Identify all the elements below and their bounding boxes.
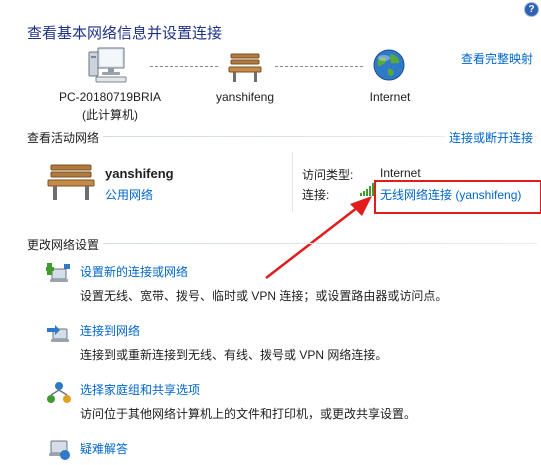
connect-disconnect-link[interactable]: 连接或断开连接 (444, 129, 533, 146)
annotation-arrow-icon (262, 192, 380, 282)
troubleshoot-icon (46, 438, 72, 462)
network-bench-icon[interactable] (228, 50, 262, 84)
network-label: yanshifeng (215, 90, 275, 104)
active-network-name: yanshifeng (105, 166, 174, 181)
new-connection-icon (45, 261, 72, 285)
homegroup-sharing-icon (46, 380, 72, 406)
connect-to-network-link[interactable]: 连接到网络 (80, 322, 140, 339)
computer-label: PC-20180719BRIA (此计算机) (30, 90, 190, 123)
troubleshoot-link[interactable]: 疑难解答 (80, 440, 128, 457)
setup-new-connection-link[interactable]: 设置新的连接或网络 (80, 263, 188, 280)
active-network-bench-icon (46, 162, 96, 202)
computer-icon (88, 46, 132, 84)
page-title: 查看基本网络信息并设置连接 (27, 25, 223, 42)
map-connector-2 (275, 66, 363, 67)
access-type-label: 访问类型: (302, 168, 354, 182)
computer-name: PC-20180719BRIA (58, 90, 162, 104)
internet-globe-icon[interactable] (372, 48, 406, 82)
network-type-link[interactable]: 公用网络 (105, 186, 153, 203)
computer-subtitle: (此计算机) (82, 108, 138, 122)
map-connector-1 (150, 66, 218, 67)
connect-to-network-desc: 连接到或重新连接到无线、有线、拨号或 VPN 网络连接。 (80, 348, 388, 362)
annotation-highlight-box (374, 180, 541, 214)
setup-new-connection-desc: 设置无线、宽带、拨号、临时或 VPN 连接；或设置路由器或访问点。 (80, 289, 448, 303)
full-map-link[interactable]: 查看完整映射 (461, 50, 533, 67)
homegroup-sharing-desc: 访问位于其他网络计算机上的文件和打印机，或更改共享设置。 (80, 407, 417, 421)
change-settings-title: 更改网络设置 (27, 236, 104, 253)
internet-label: Internet (369, 90, 411, 104)
homegroup-sharing-link[interactable]: 选择家庭组和共享选项 (80, 381, 200, 398)
access-type-value: Internet (380, 166, 421, 180)
help-icon[interactable]: ? (525, 3, 538, 16)
active-networks-title: 查看活动网络 (27, 129, 104, 146)
connect-to-network-icon (46, 322, 72, 346)
change-settings-divider (27, 243, 537, 244)
